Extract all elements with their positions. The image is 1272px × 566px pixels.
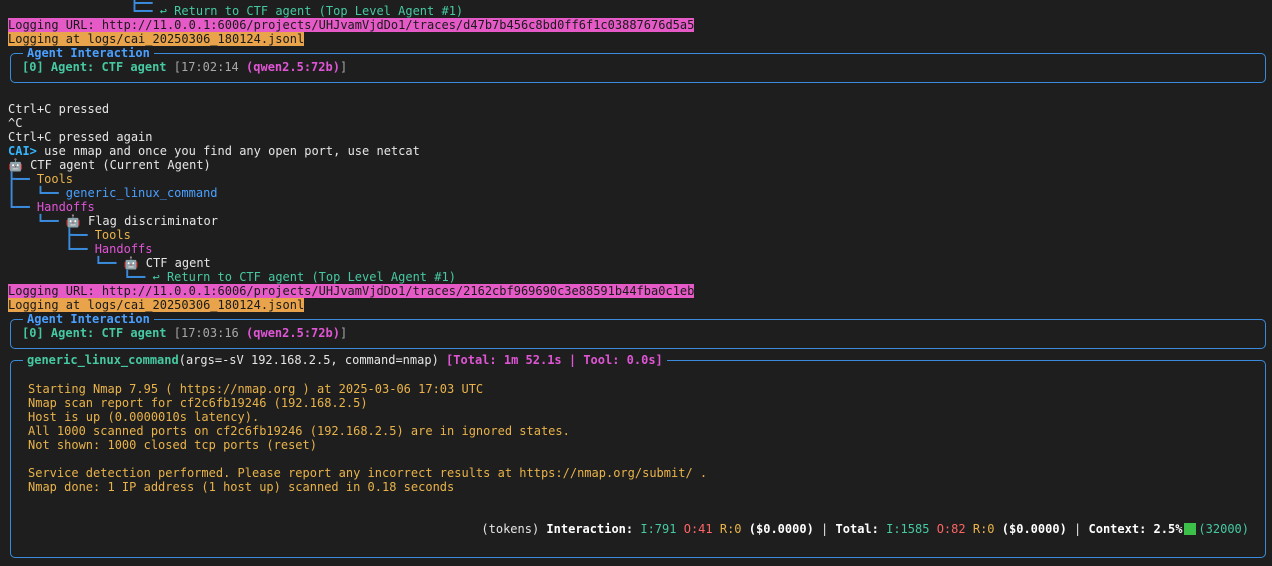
prompt-text: use nmap and once you find any open port… [36, 144, 420, 158]
context-status-icon [1184, 523, 1197, 535]
interaction-close: ] [339, 326, 348, 340]
tokens-output-2: O:82 [936, 522, 966, 536]
output-line: Host is up (0.0000010s latency). [28, 410, 260, 424]
tree-tools-label: Tools [36, 172, 74, 186]
tree-ctf: ┗━━ 🤖 CTF agent [8, 256, 211, 270]
output-line: Not shown: 1000 closed tcp ports (reset) [28, 438, 317, 452]
tool-name: generic_linux_command [27, 353, 179, 367]
tree-flag: ┗━━ 🤖 Flag discriminator [8, 214, 219, 228]
tree-handoffs: ┗━━ Handoffs [8, 200, 95, 214]
interaction-agent: Agent: CTF agent [50, 326, 167, 340]
tree-return: ┗━━ ↩ Return to CTF agent (Top Level Age… [8, 270, 456, 284]
tokens-cost-1: ($0.0000) [748, 522, 814, 536]
agent-interaction-title-2: Agent Interaction [23, 312, 154, 326]
tree-return-label: ↩ Return to CTF agent (Top Level Agent #… [152, 270, 456, 284]
agent-interaction-content-1: [0] Agent: CTF agent [17:02:14 (qwen2.5:… [22, 60, 347, 74]
tokens-prefix: (tokens) [481, 522, 540, 536]
log-file-2-text: Logging at logs/cai_20250306_180124.json… [8, 298, 305, 312]
tool-output-title: generic_linux_command(args=-sV 192.168.2… [23, 353, 667, 367]
interaction-index: [0] [22, 326, 44, 340]
interaction-agent: Agent: CTF agent [50, 60, 167, 74]
log-file-2: Logging at logs/cai_20250306_180124.json… [8, 298, 305, 312]
tool-output-box: generic_linux_command(args=-sV 192.168.2… [10, 353, 1266, 558]
prompt-line: CAI> use nmap and once you find any open… [8, 144, 420, 158]
output-line: Service detection performed. Please repo… [28, 466, 708, 480]
interaction-index: [0] [22, 60, 44, 74]
ctrl-line-1: Ctrl+C pressed [8, 102, 110, 116]
log-file-1-text: Logging at logs/cai_20250306_180124.json… [8, 32, 305, 46]
tokens-interaction-label: Interaction: [546, 522, 634, 536]
output-line: Nmap done: 1 IP address (1 host up) scan… [28, 480, 455, 494]
tree-return-line-top: ┗━━ ↩ Return to CTF agent (Top Level Age… [8, 4, 464, 18]
tool-total: [Total: 1m 52.1s | Tool: 0.0s] [446, 353, 663, 367]
output-line: All 1000 scanned ports on cf2c6fb19246 (… [28, 424, 570, 438]
ctrl-line-2: ^C [8, 116, 23, 130]
prompt-label: CAI> [8, 144, 37, 158]
context-label: Context: 2.5% [1088, 522, 1183, 536]
interaction-model: (qwen2.5:72b) [246, 60, 340, 74]
tree-flag-label: 🤖 Flag discriminator [65, 214, 219, 228]
tool-args: (args=-sV 192.168.2.5, command=nmap) [178, 353, 439, 367]
tree-handoffs-2-label: Handoffs [94, 242, 153, 256]
tokens-sep-2: | [1074, 522, 1082, 536]
tool-output-lines: Starting Nmap 7.95 ( https://nmap.org ) … [28, 382, 707, 494]
tokens-reasoning-2: R:0 [972, 522, 995, 536]
tree-tools-2-label: Tools [94, 228, 131, 242]
tokens-input-1: I:791 [640, 522, 677, 536]
context-max: (32000) [1198, 522, 1249, 536]
tree-root: 🤖 CTF agent (Current Agent) [8, 158, 211, 172]
tokens-cost-2: ($0.0000) [1001, 522, 1067, 536]
agent-interaction-box-1: Agent Interaction [0] Agent: CTF agent [… [10, 46, 1266, 83]
interaction-model: (qwen2.5:72b) [246, 326, 340, 340]
agent-interaction-box-2: Agent Interaction [0] Agent: CTF agent [… [10, 312, 1266, 349]
tree-tools: ┣━━ Tools [8, 172, 74, 186]
return-text: ↩ Return to CTF agent (Top Level Agent #… [159, 4, 464, 18]
tree-ctf-label: 🤖 CTF agent [123, 256, 211, 270]
output-line: Nmap scan report for cf2c6fb19246 (192.1… [28, 396, 368, 410]
log-url-1: Logging URL: http://11.0.0.1:6006/projec… [8, 18, 695, 32]
agent-interaction-title-1: Agent Interaction [23, 46, 154, 60]
tokens-reasoning-1: R:0 [719, 522, 742, 536]
tree-tools-2: ┣━━ Tools [8, 228, 131, 242]
tokens-sep-1: | [821, 522, 829, 536]
tokens-output-1: O:41 [683, 522, 713, 536]
interaction-time: [17:02:14 [173, 60, 239, 74]
tokens-total-label: Total: [835, 522, 879, 536]
log-url-1-text: Logging URL: http://11.0.0.1:6006/projec… [8, 18, 695, 32]
tree-handoffs-2: ┗━━ Handoffs [8, 242, 153, 256]
tree-tool-1: ┃ ┗━━ generic_linux_command [8, 186, 218, 200]
output-line: Starting Nmap 7.95 ( https://nmap.org ) … [28, 382, 484, 396]
token-summary: (tokens) Interaction: I:791 O:41 R:0 ($0… [481, 522, 1249, 536]
interaction-close: ] [339, 60, 348, 74]
log-url-2: Logging URL: http://11.0.0.1:6006/projec… [8, 284, 695, 298]
log-url-2-text: Logging URL: http://11.0.0.1:6006/projec… [8, 284, 695, 298]
tokens-input-2: I:1585 [886, 522, 930, 536]
agent-interaction-content-2: [0] Agent: CTF agent [17:03:16 (qwen2.5:… [22, 326, 347, 340]
tree-tool-1-label: generic_linux_command [65, 186, 218, 200]
interaction-time: [17:03:16 [173, 326, 239, 340]
ctrl-line-3: Ctrl+C pressed again [8, 130, 153, 144]
log-file-1: Logging at logs/cai_20250306_180124.json… [8, 32, 305, 46]
tree-handoffs-label: Handoffs [36, 200, 95, 214]
